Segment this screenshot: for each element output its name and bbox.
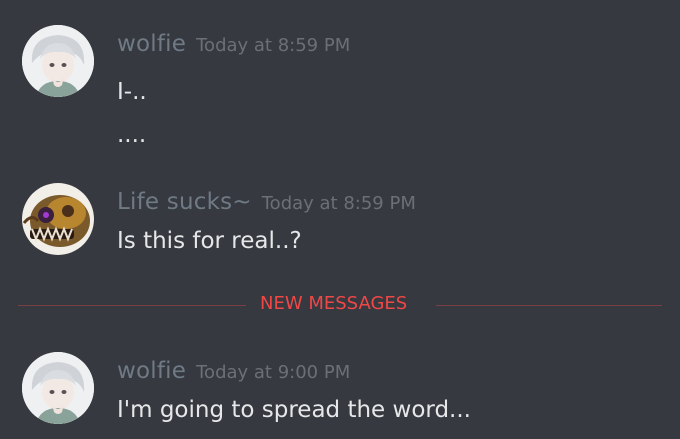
avatar[interactable] (22, 183, 94, 255)
avatar[interactable] (22, 352, 94, 424)
author-name[interactable]: wolfie (117, 31, 186, 57)
message-header: wolfie Today at 9:00 PM (117, 358, 350, 384)
author-name[interactable]: wolfie (117, 358, 186, 384)
avatar[interactable] (22, 25, 94, 97)
timestamp: Today at 9:00 PM (196, 362, 351, 383)
message-text: Is this for real..? (117, 228, 302, 254)
message-text: I-.. (117, 79, 147, 105)
timestamp: Today at 8:59 PM (196, 35, 351, 56)
message-header: wolfie Today at 8:59 PM (117, 31, 350, 57)
new-messages-label: NEW MESSAGES (260, 293, 408, 314)
divider-line (436, 305, 662, 306)
chat-messages-pane: wolfie Today at 8:59 PM I-.. .... Life su… (0, 0, 680, 439)
author-name[interactable]: Life sucks~ (117, 189, 252, 215)
message-text: .... (117, 122, 147, 148)
message-text: I'm going to spread the word... (117, 397, 471, 423)
divider-line (18, 305, 246, 306)
new-messages-divider: NEW MESSAGES (18, 292, 662, 320)
message-header: Life sucks~ Today at 8:59 PM (117, 189, 416, 215)
timestamp: Today at 8:59 PM (261, 193, 416, 214)
